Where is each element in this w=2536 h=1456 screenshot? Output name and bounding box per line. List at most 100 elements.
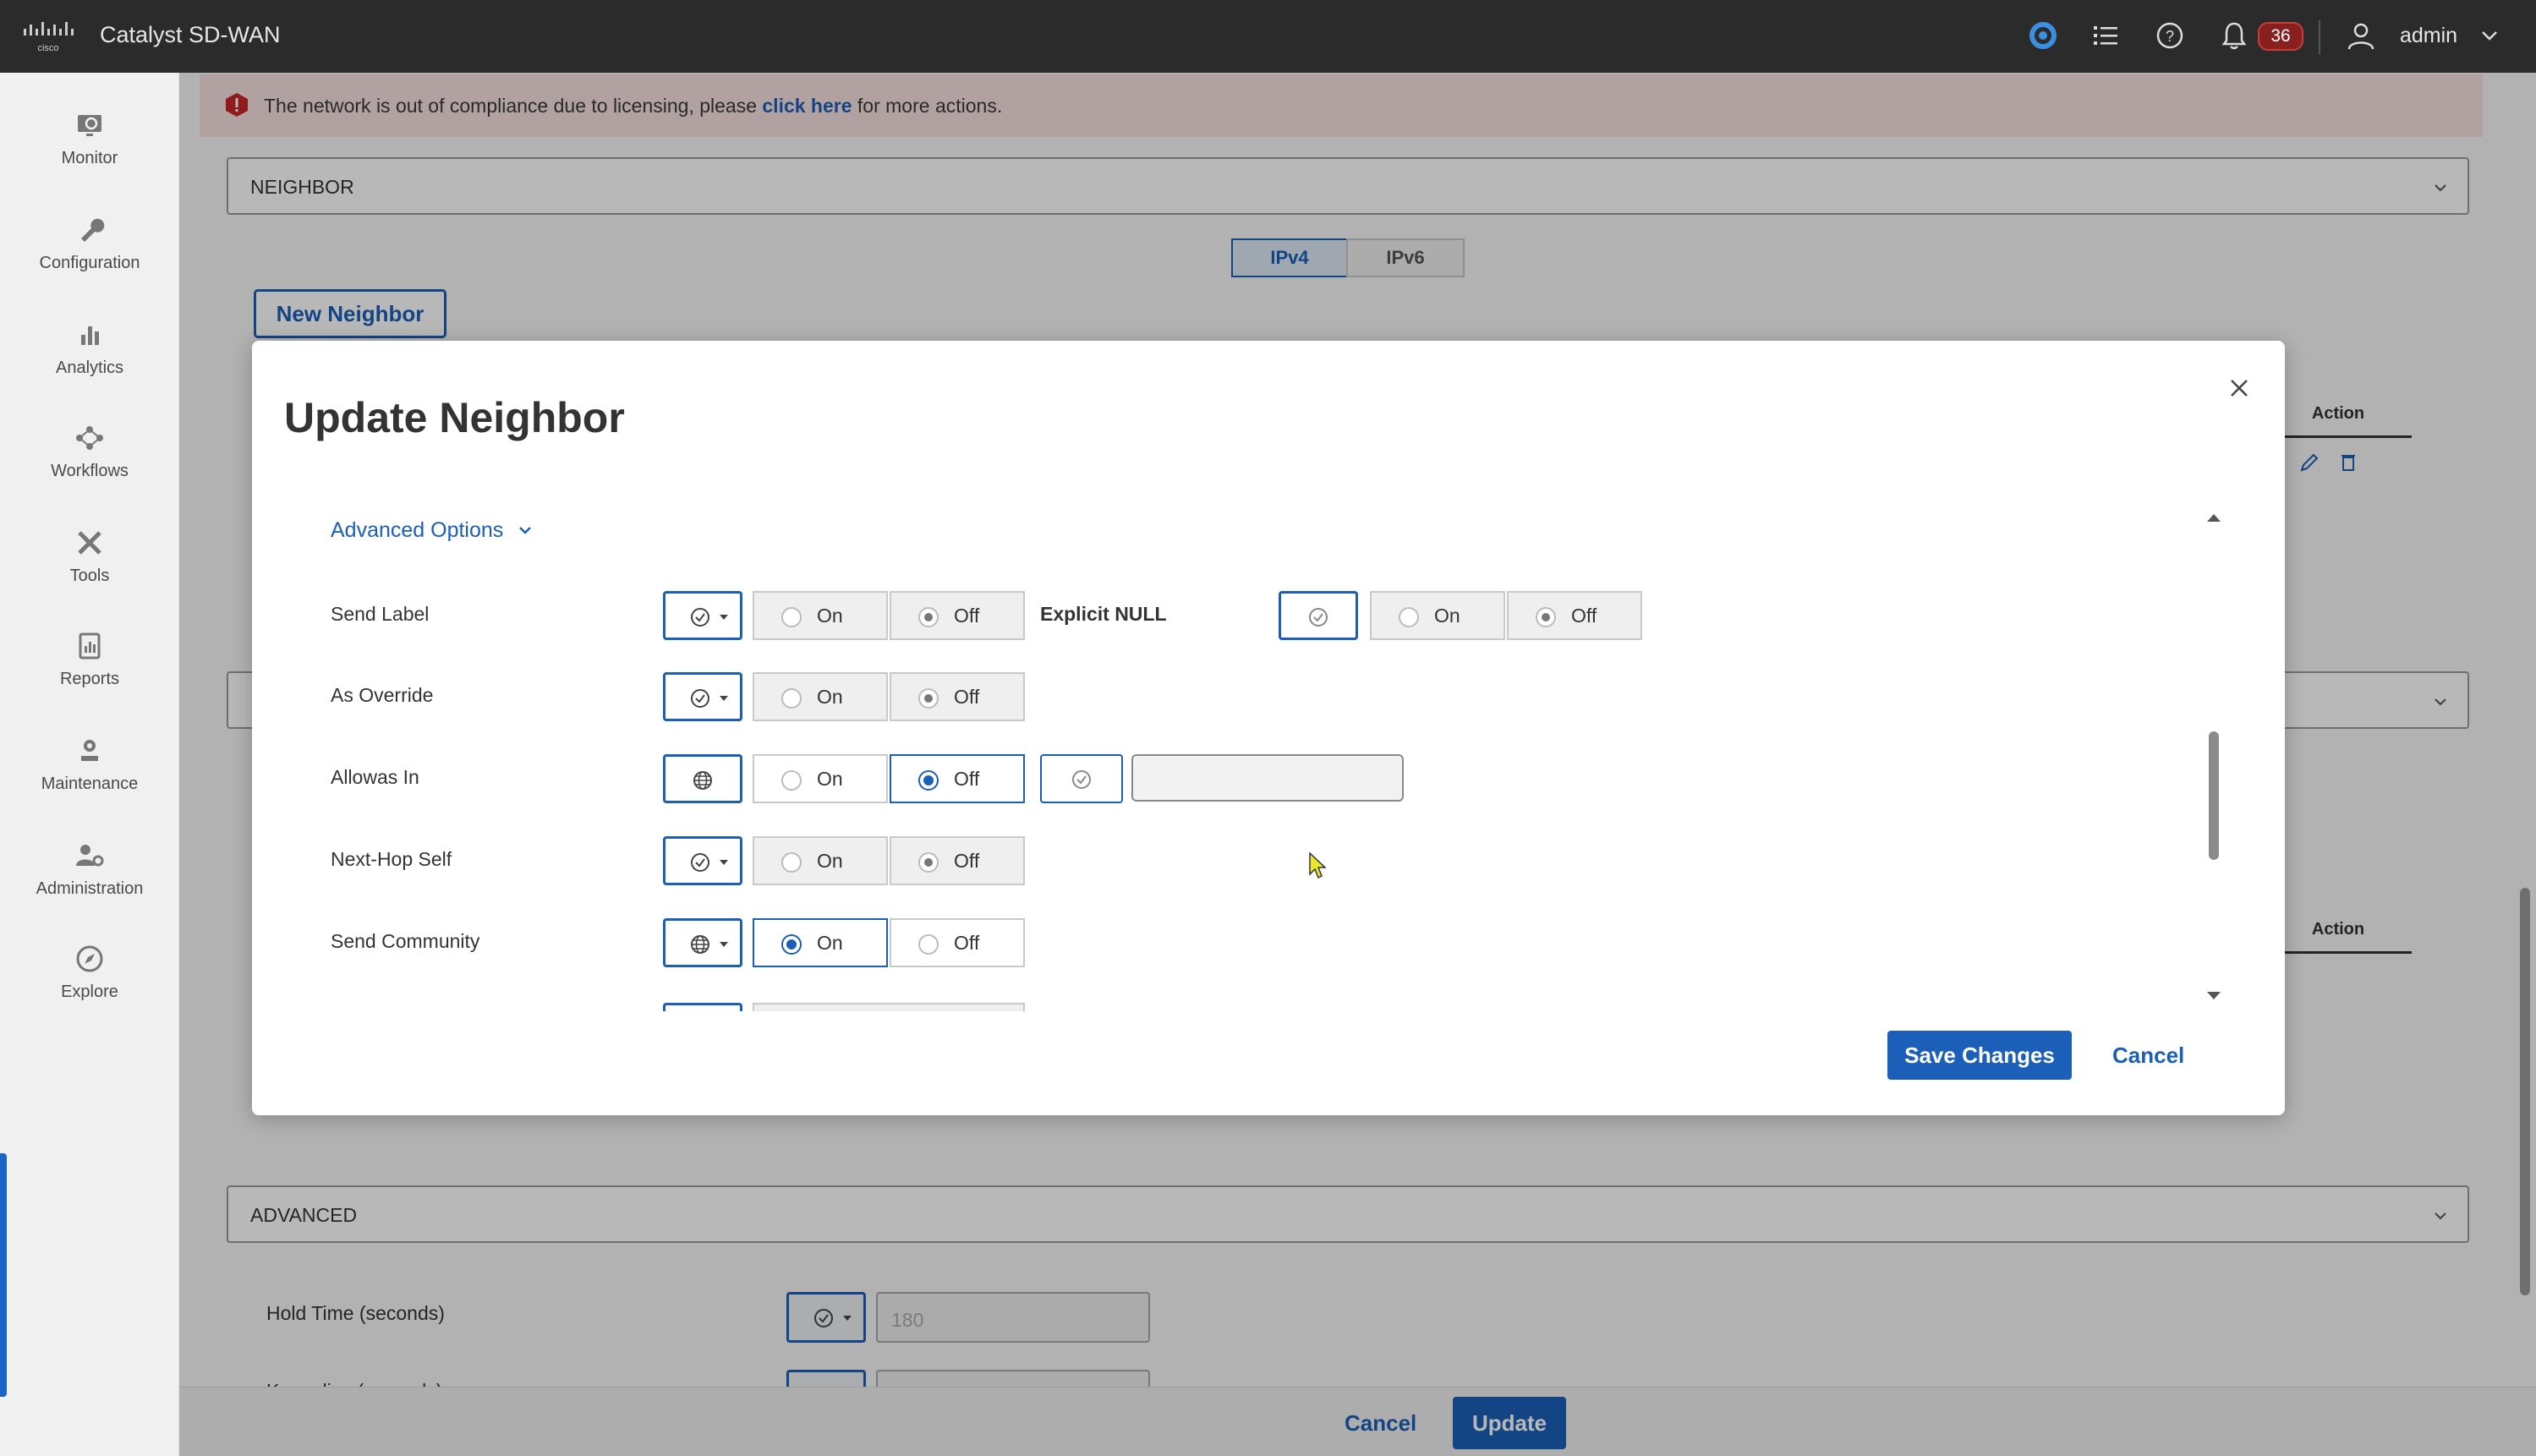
send-label-on-radio[interactable]: On [753,591,888,640]
scroll-up-arrow-icon[interactable] [2204,510,2224,525]
workflow-icon [76,426,103,450]
as-override-on-radio[interactable]: On [753,672,888,721]
radio-dot [918,770,939,791]
next-row-scope-select[interactable] [663,1003,742,1011]
sidebar-item-monitor[interactable]: Monitor [0,110,179,203]
sidebar-item-label: Configuration [39,254,140,272]
next-hop-self-on-radio[interactable]: On [753,836,888,885]
radio-dot [918,607,939,627]
radio-dot [781,607,802,627]
radio-dot [781,688,802,709]
send-label-off-radio[interactable]: Off [890,591,1025,640]
top-divider [2319,20,2320,54]
next-hop-self-off-radio[interactable]: Off [890,836,1025,885]
bar-chart-icon [81,326,99,345]
radio-dot [1399,607,1419,627]
radio-label: On [817,768,843,790]
radio-dot [918,934,939,955]
explicit-null-off-radio[interactable]: Off [1507,591,1642,640]
svg-text:?: ? [2166,28,2174,45]
radio-dot [1536,607,1556,627]
radio-label: Off [954,768,980,790]
sidebar-item-explore[interactable]: Explore [0,944,179,1037]
chevron-down-icon[interactable] [2476,22,2503,49]
allowas-in-count-scope-select[interactable] [1040,754,1123,803]
as-override-off-radio[interactable]: Off [890,672,1025,721]
task-list-icon[interactable] [2089,19,2122,52]
top-bar: cisco Catalyst SD-WAN ? 36 admin [0,0,2536,73]
status-ring-icon[interactable] [2026,19,2060,52]
notification-badge[interactable]: 36 [2258,22,2303,51]
caret-down-icon [720,860,728,865]
mouse-cursor-icon [1309,852,1326,879]
radio-dot [918,852,939,873]
help-icon[interactable]: ? [2153,19,2187,52]
radio-label: On [817,686,843,708]
modal-cancel-button[interactable]: Cancel [2112,1043,2184,1069]
radio-label: On [1434,605,1460,627]
sidebar-item-tools[interactable]: Tools [0,528,179,621]
report-icon [79,632,101,660]
sidebar-item-configuration[interactable]: Configuration [0,215,179,308]
bell-icon[interactable] [2217,19,2251,52]
check-circle-icon [691,689,709,708]
sidebar-active-indicator [0,1153,7,1397]
explicit-null-label: Explicit NULL [1040,603,1167,625]
sidebar-item-label: Tools [69,567,110,585]
sidebar-item-label: Analytics [55,359,124,377]
radio-label: Off [954,605,980,627]
caret-down-icon [720,942,728,947]
next-hop-self-scope-select[interactable] [663,836,742,885]
sidebar-item-analytics[interactable]: Analytics [0,320,179,413]
chevron-down-icon[interactable] [518,523,533,538]
cisco-logo: cisco [24,22,74,53]
check-circle-icon [691,608,709,627]
user-name[interactable]: admin [2400,24,2457,48]
modal-scrollbar-thumb[interactable] [2209,731,2219,860]
radio-label: On [817,932,843,954]
radio-label: Off [954,932,980,954]
next-row-radio-group[interactable] [753,1003,1025,1011]
sidebar-item-label: Reports [59,670,120,688]
radio-label: Off [954,850,980,872]
close-icon[interactable] [2227,376,2251,400]
check-circle-icon [691,853,709,872]
tools-icon [78,531,101,555]
send-community-off-radio[interactable]: Off [890,918,1025,967]
sidebar-item-label: Explore [61,983,118,1001]
check-circle-icon [1309,608,1328,627]
send-community-scope-select[interactable] [663,918,742,967]
save-changes-button[interactable]: Save Changes [1887,1031,2072,1080]
allowas-in-count-input[interactable] [1131,754,1404,802]
allowas-in-off-radio[interactable]: Off [890,754,1025,803]
radio-dot [781,934,802,955]
wrench-icon [81,218,105,242]
sidebar-item-label: Maintenance [41,775,139,793]
update-neighbor-modal: Update Neighbor Advanced Options Send La… [252,341,2285,1115]
app-title: Catalyst SD-WAN [100,22,281,47]
explicit-null-on-radio[interactable]: On [1370,591,1505,640]
admin-icon [76,845,104,867]
user-icon[interactable] [2344,19,2378,52]
sidebar-item-maintenance[interactable]: Maintenance [0,736,179,829]
sidebar-item-reports[interactable]: Reports [0,631,179,724]
modal-title: Update Neighbor [284,394,625,441]
advanced-options-toggle[interactable]: Advanced Options [331,518,503,543]
monitor-icon [78,115,101,136]
allowas-in-on-radio[interactable]: On [753,754,888,803]
caret-down-icon [720,696,728,701]
sidebar: Monitor Configuration Analytics Workflow… [0,73,179,1456]
check-circle-icon [1072,770,1091,789]
send-label-scope-select[interactable] [663,591,742,640]
sidebar-item-label: Administration [36,879,144,898]
send-community-on-radio[interactable]: On [753,918,888,967]
sidebar-item-administration[interactable]: Administration [0,840,179,933]
scroll-down-arrow-icon[interactable] [2204,988,2224,1004]
as-override-scope-select[interactable] [663,672,742,721]
explicit-null-scope-select[interactable] [1279,591,1358,640]
radio-label: Off [1571,605,1597,627]
next-hop-self-label: Next-Hop Self [331,848,452,870]
allowas-in-scope-select[interactable] [663,754,742,803]
sidebar-item-workflows[interactable]: Workflows [0,423,179,516]
caret-down-icon [720,615,728,620]
